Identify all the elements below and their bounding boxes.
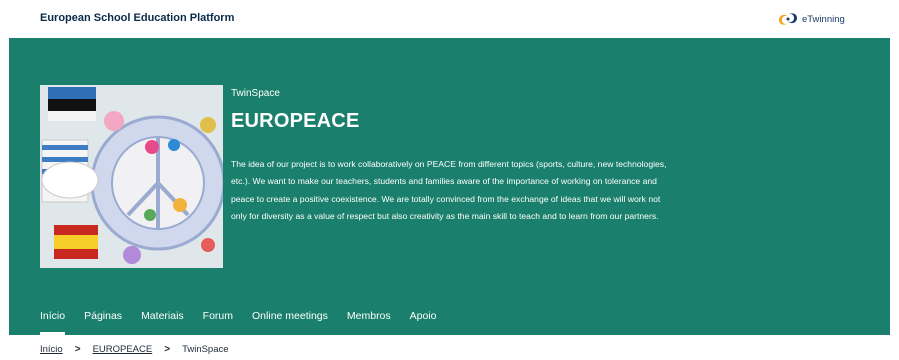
tab-paginas[interactable]: Páginas xyxy=(84,308,122,335)
tab-apoio[interactable]: Apoio xyxy=(410,308,437,335)
section-label: TwinSpace xyxy=(231,88,280,99)
project-image xyxy=(40,85,223,268)
etwinning-logo-icon xyxy=(779,13,797,25)
top-bar: European School Education Platform eTwin… xyxy=(0,0,899,38)
breadcrumb-item-europeace[interactable]: EUROPEACE xyxy=(93,344,153,355)
project-illustration xyxy=(40,85,223,268)
project-description: The idea of our project is to work colla… xyxy=(231,159,667,222)
tab-inicio[interactable]: Início xyxy=(40,308,66,335)
brand-name: eTwinning xyxy=(802,13,845,25)
twinspace-nav: Início Páginas Materiais Forum Online me… xyxy=(40,308,456,335)
tab-online-meetings[interactable]: Online meetings xyxy=(252,308,328,335)
etwinning-logo[interactable]: eTwinning xyxy=(777,10,845,28)
tab-forum[interactable]: Forum xyxy=(203,308,233,335)
breadcrumb-item-current: TwinSpace xyxy=(182,344,229,355)
tab-membros[interactable]: Membros xyxy=(347,308,391,335)
breadcrumb: Início > EUROPEACE > TwinSpace xyxy=(40,344,229,355)
twinspace-hero: TwinSpace EUROPEACE The idea of our proj… xyxy=(9,38,890,335)
platform-title[interactable]: European School Education Platform xyxy=(40,12,234,24)
breadcrumb-item-inicio[interactable]: Início xyxy=(40,344,63,355)
tab-materiais[interactable]: Materiais xyxy=(141,308,184,335)
breadcrumb-separator-icon: > xyxy=(164,344,171,355)
breadcrumb-separator-icon: > xyxy=(74,344,81,355)
project-title: EUROPEACE xyxy=(231,110,360,132)
